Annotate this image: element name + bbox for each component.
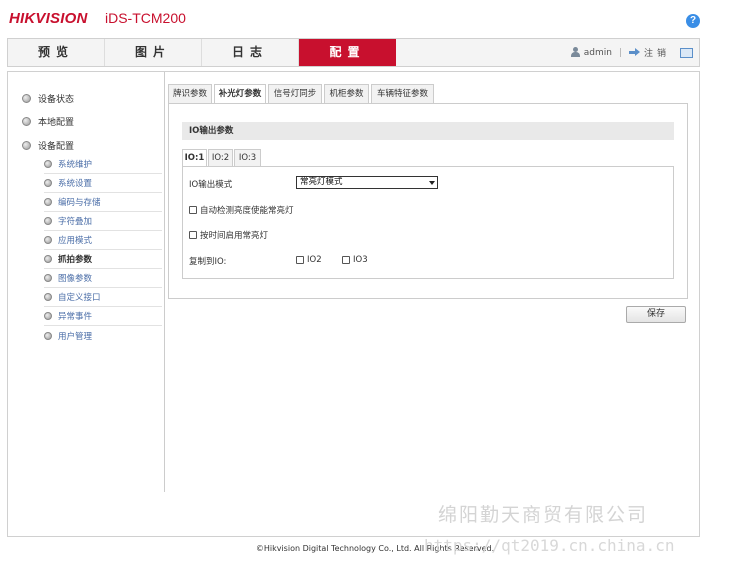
- sidebar-item-label: 设备状态: [38, 95, 75, 105]
- sidebar-sub-exceptions[interactable]: 异常事件: [44, 307, 162, 326]
- sidebar-sub-app-mode[interactable]: 应用模式: [44, 231, 162, 250]
- sidebar-sub-label: 字符叠加: [58, 217, 93, 227]
- timer-checkbox[interactable]: 按时间启用常亮灯: [189, 229, 268, 241]
- tab-cabinet[interactable]: 机柜参数: [324, 84, 369, 103]
- sidebar-sub-user-management[interactable]: 用户管理: [44, 326, 162, 345]
- io-mode-label: IO输出模式: [189, 180, 233, 190]
- checkbox-icon[interactable]: [189, 231, 197, 239]
- bullet-icon: [22, 141, 31, 150]
- sidebar-sub-label: 异常事件: [58, 312, 93, 322]
- main-area: 设备状态 本地配置 设备配置 系统维护 系统设置 编码与存储 字符叠加 应用模式…: [7, 71, 700, 537]
- bullet-icon: [22, 94, 31, 103]
- nav-tab-log[interactable]: 日志: [202, 39, 299, 66]
- username: admin: [583, 47, 612, 58]
- sidebar-sub-encoding-storage[interactable]: 编码与存储: [44, 193, 162, 212]
- save-button[interactable]: 保存: [626, 306, 686, 323]
- nav-tab-config[interactable]: 配置: [299, 39, 396, 66]
- user-area: admin | 注销: [570, 46, 693, 59]
- sidebar-sub-custom-interface[interactable]: 自定义接口: [44, 288, 162, 307]
- bullet-icon: [44, 255, 52, 263]
- checkbox-icon[interactable]: [342, 256, 350, 264]
- sidebar-sub-system-settings[interactable]: 系统设置: [44, 174, 162, 193]
- bullet-icon: [44, 236, 52, 244]
- copy-io3-checkbox[interactable]: IO3: [342, 255, 368, 265]
- sidebar-sub-label: 抓拍参数: [58, 255, 93, 265]
- sidebar-item-label: 设备配置: [38, 142, 75, 152]
- bullet-icon: [44, 312, 52, 320]
- bullet-icon: [44, 331, 52, 340]
- tab-signal-sync[interactable]: 信号灯同步: [268, 84, 322, 103]
- sidebar-sub-capture-params[interactable]: 抓拍参数: [44, 250, 162, 269]
- bullet-icon: [44, 198, 52, 206]
- brand-logo: HIKVISION: [9, 10, 88, 27]
- fill-light-panel: IO输出参数 IO:1 IO:2 IO:3 IO输出模式 常亮灯模式 自动检测亮…: [168, 103, 688, 299]
- bullet-icon: [44, 293, 52, 301]
- config-tabs: 牌识参数 补光灯参数 信号灯同步 机柜参数 车辆特征参数: [168, 84, 688, 104]
- bullet-icon: [44, 217, 52, 225]
- sidebar-sub-label: 系统设置: [58, 179, 93, 189]
- tab-plate-recognition[interactable]: 牌识参数: [168, 84, 212, 103]
- sidebar-item-label: 本地配置: [38, 118, 75, 128]
- io-settings: IO输出模式 常亮灯模式 自动检测亮度使能常亮灯 按时间启用常亮灯 复制到IO:…: [182, 166, 674, 279]
- copy-to-label: 复制到IO:: [189, 257, 227, 267]
- sidebar-item-device-config[interactable]: 设备配置: [22, 139, 74, 152]
- sidebar-item-local-config[interactable]: 本地配置: [22, 115, 74, 128]
- copy-io3-label: IO3: [353, 255, 368, 265]
- sidebar-sub-label: 用户管理: [58, 331, 93, 342]
- bullet-icon: [44, 179, 52, 187]
- sidebar-sub-label: 应用模式: [58, 236, 93, 246]
- top-bar: HIKVISION iDS-TCM200 ?: [0, 0, 750, 38]
- main-nav: 预览 图片 日志 配置 admin | 注销: [7, 38, 700, 67]
- checkbox-icon[interactable]: [296, 256, 304, 264]
- device-model: iDS-TCM200: [105, 10, 186, 26]
- sidebar-sub-system-maintenance[interactable]: 系统维护: [44, 155, 162, 174]
- sidebar-sub-label: 编码与存储: [58, 198, 101, 208]
- sidebar-sub-osd[interactable]: 字符叠加: [44, 212, 162, 231]
- auto-brightness-label: 自动检测亮度使能常亮灯: [200, 206, 294, 216]
- auto-brightness-checkbox[interactable]: 自动检测亮度使能常亮灯: [189, 204, 294, 216]
- sidebar-sub-image-params[interactable]: 图像参数: [44, 269, 162, 288]
- io-mode-select[interactable]: 常亮灯模式: [296, 176, 438, 189]
- timer-label: 按时间启用常亮灯: [200, 231, 269, 241]
- sidebar-item-device-status[interactable]: 设备状态: [22, 92, 74, 105]
- subtab-io3[interactable]: IO:3: [234, 149, 261, 166]
- tab-fill-light[interactable]: 补光灯参数: [214, 84, 266, 104]
- watermark-company: 绵阳勤天商贸有限公司: [438, 504, 649, 526]
- subtab-io2[interactable]: IO:2: [208, 149, 233, 166]
- subtab-io1[interactable]: IO:1: [182, 149, 207, 167]
- sidebar: 设备状态 本地配置 设备配置 系统维护 系统设置 编码与存储 字符叠加 应用模式…: [8, 72, 165, 492]
- watermark-url: https://qt2019.cn.china.cn: [424, 536, 675, 555]
- nav-tab-preview[interactable]: 预览: [8, 39, 105, 66]
- user-icon: [570, 47, 580, 58]
- sidebar-sub-label: 图像参数: [58, 274, 93, 284]
- logout-link[interactable]: 注销: [644, 46, 670, 59]
- tab-vehicle-features[interactable]: 车辆特征参数: [371, 84, 434, 103]
- bullet-icon: [44, 160, 52, 168]
- separator: |: [618, 47, 622, 58]
- section-title: IO输出参数: [182, 122, 674, 140]
- io-mode-value: 常亮灯模式: [300, 177, 343, 187]
- bullet-icon: [22, 117, 31, 126]
- copy-io2-checkbox[interactable]: IO2: [296, 255, 322, 265]
- nav-tab-pictures[interactable]: 图片: [105, 39, 202, 66]
- copy-io2-label: IO2: [307, 255, 322, 265]
- sidebar-sub-label: 系统维护: [58, 160, 93, 170]
- screen-icon[interactable]: [680, 47, 693, 58]
- logout-icon[interactable]: [628, 48, 640, 57]
- sidebar-sub-label: 自定义接口: [58, 293, 101, 303]
- checkbox-icon[interactable]: [189, 206, 197, 214]
- help-icon[interactable]: ?: [686, 14, 700, 28]
- chevron-down-icon: [429, 181, 435, 185]
- bullet-icon: [44, 274, 52, 282]
